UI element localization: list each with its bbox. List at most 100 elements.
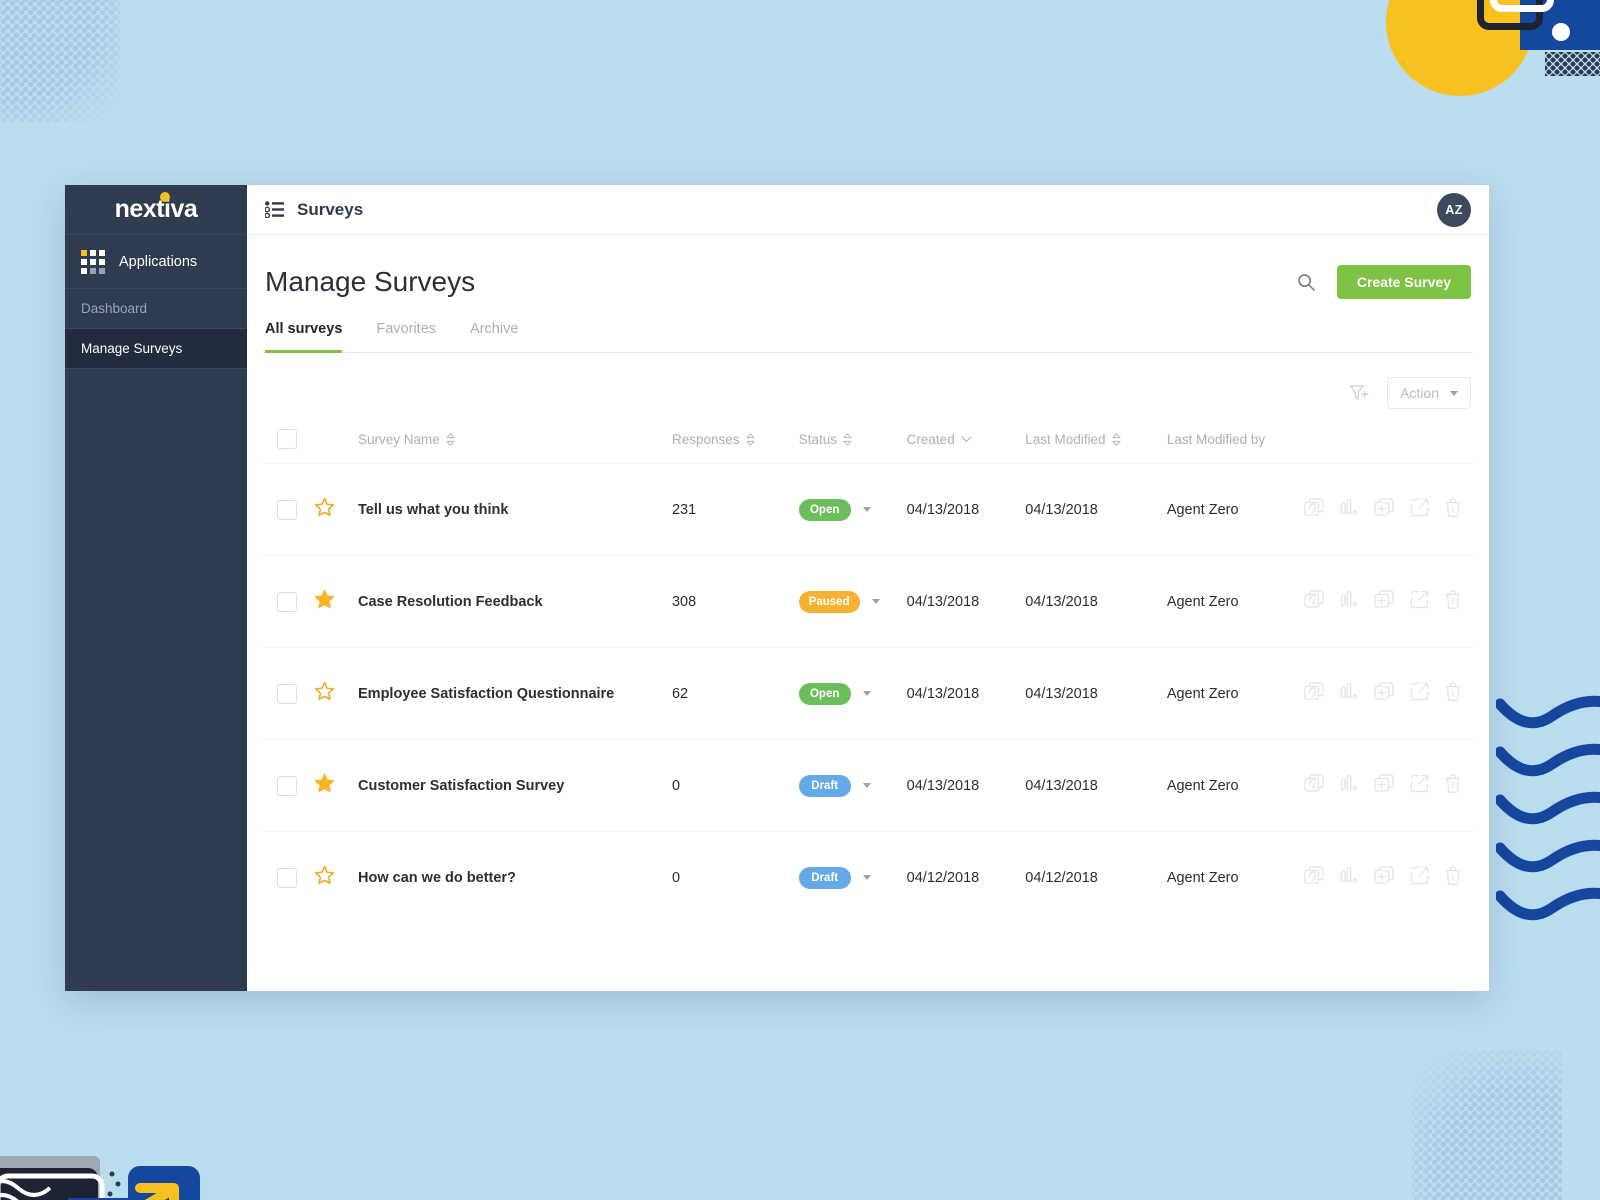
- sidebar-item-manage-surveys[interactable]: Manage Surveys: [65, 329, 247, 369]
- responses-cell-text: 62: [671, 685, 689, 702]
- chevron-down-icon: [1450, 390, 1458, 396]
- column-actions: [1304, 419, 1473, 464]
- open-external-icon[interactable]: [1410, 866, 1429, 885]
- favorite-star-filled-icon[interactable]: [314, 773, 335, 794]
- created-cell: 04/13/2018: [907, 464, 1026, 556]
- duplicate-add-icon[interactable]: [1374, 774, 1394, 793]
- table-row[interactable]: How can we do better? 0 Draft 04/12/2018 04/…: [263, 831, 1473, 924]
- open-external-icon[interactable]: [1410, 590, 1429, 609]
- status-badge[interactable]: Paused: [798, 590, 860, 613]
- search-icon[interactable]: [1297, 273, 1315, 291]
- link-card-icon[interactable]: [1304, 774, 1324, 793]
- trash-icon[interactable]: [1445, 866, 1461, 885]
- avatar-initials: AZ: [1445, 202, 1463, 217]
- trash-icon[interactable]: [1445, 682, 1461, 701]
- duplicate-add-icon[interactable]: [1374, 866, 1394, 885]
- status-badge[interactable]: Draft: [798, 866, 851, 889]
- tab-label: Archive: [470, 321, 519, 337]
- tab-all-surveys[interactable]: All surveys: [265, 321, 343, 353]
- survey-name-cell: Employee Satisfaction Questionnaire: [358, 648, 672, 740]
- duplicate-add-icon[interactable]: [1374, 498, 1394, 517]
- created-cell-text: 04/12/2018: [906, 869, 980, 886]
- sort-status[interactable]: Status: [799, 432, 852, 447]
- list-menu-icon[interactable]: [265, 201, 284, 218]
- status-badge[interactable]: Open: [798, 498, 851, 521]
- trash-icon[interactable]: [1445, 498, 1461, 517]
- sort-both-icon: [745, 432, 755, 446]
- last-modified-by-cell-text: Agent Zero: [1166, 685, 1239, 702]
- page-header-actions: Create Survey: [1297, 265, 1471, 299]
- chevron-down-icon: [961, 436, 972, 443]
- status-cell: Paused: [798, 556, 907, 648]
- open-external-icon[interactable]: [1410, 774, 1429, 793]
- open-external-icon[interactable]: [1410, 682, 1429, 701]
- responses-cell: 0: [672, 740, 799, 832]
- trash-icon[interactable]: [1445, 774, 1461, 793]
- created-cell-text: 04/13/2018: [906, 593, 980, 610]
- row-actions-cell: [1304, 740, 1473, 832]
- select-all-checkbox[interactable]: [277, 429, 297, 449]
- status-chevron-down-icon[interactable]: [871, 599, 880, 604]
- page-title: Manage Surveys: [265, 266, 476, 297]
- table-toolbar: Action: [263, 353, 1473, 419]
- row-action-icons: [1304, 682, 1461, 701]
- last-modified-by-cell: Agent Zero: [1167, 556, 1304, 648]
- white-rounded-square-shape: [1490, 0, 1554, 12]
- status-chevron-down-icon[interactable]: [862, 691, 871, 696]
- row-checkbox[interactable]: [277, 867, 297, 888]
- page-breadcrumb-title: Surveys: [297, 199, 364, 219]
- bar-chart-icon[interactable]: [1340, 590, 1358, 609]
- bar-chart-icon[interactable]: [1340, 866, 1358, 885]
- row-checkbox[interactable]: [277, 499, 297, 520]
- bar-chart-icon[interactable]: [1340, 498, 1358, 517]
- action-dropdown[interactable]: Action: [1387, 377, 1471, 409]
- link-card-icon[interactable]: [1304, 866, 1324, 885]
- favorite-star-outline-icon[interactable]: [314, 865, 335, 886]
- link-card-icon[interactable]: [1304, 498, 1324, 517]
- filter-add-icon[interactable]: [1349, 384, 1369, 402]
- table-row[interactable]: Tell us what you think 231 Open 04/13/2018 0…: [263, 463, 1473, 556]
- row-checkbox[interactable]: [277, 591, 297, 612]
- brand-logo[interactable]: nextiva: [65, 185, 247, 235]
- sort-last-modified[interactable]: Last Modified: [1025, 432, 1121, 447]
- status-chevron-down-icon[interactable]: [862, 507, 871, 512]
- sort-created[interactable]: Created: [907, 432, 972, 447]
- tab-archive[interactable]: Archive: [470, 321, 518, 353]
- table-row[interactable]: Employee Satisfaction Questionnaire 62 Ope…: [263, 647, 1473, 740]
- bar-chart-icon[interactable]: [1340, 774, 1358, 793]
- favorite-star-outline-icon[interactable]: [314, 681, 335, 702]
- table-header: Survey Name Responses Status Created Las…: [263, 419, 1473, 464]
- status-chevron-down-icon[interactable]: [862, 875, 871, 880]
- sort-responses[interactable]: Responses: [672, 432, 755, 447]
- create-survey-button[interactable]: Create Survey: [1336, 265, 1471, 299]
- open-external-icon[interactable]: [1410, 498, 1429, 517]
- row-select-cell: [263, 832, 314, 924]
- status-badge[interactable]: Draft: [798, 774, 851, 797]
- table-row[interactable]: Customer Satisfaction Survey 0 Draft 04/13/…: [263, 739, 1473, 832]
- bar-chart-icon[interactable]: [1340, 682, 1358, 701]
- duplicate-add-icon[interactable]: [1374, 682, 1394, 701]
- favorite-star-filled-icon[interactable]: [314, 589, 335, 610]
- row-action-icons: [1304, 866, 1461, 885]
- favorite-star-outline-icon[interactable]: [314, 497, 335, 518]
- tabs: All surveys Favorites Archive: [263, 299, 1473, 353]
- sidebar-item-dashboard[interactable]: Dashboard: [65, 289, 247, 329]
- link-card-icon[interactable]: [1304, 682, 1324, 701]
- table-row[interactable]: Case Resolution Feedback 308 Paused 04/13/2…: [263, 555, 1473, 648]
- trash-icon[interactable]: [1445, 590, 1461, 609]
- sort-survey-name[interactable]: Survey Name: [358, 432, 455, 447]
- row-checkbox[interactable]: [277, 683, 297, 704]
- applications-label: Applications: [119, 253, 198, 270]
- sidebar-item-applications[interactable]: Applications: [65, 235, 247, 289]
- avatar[interactable]: AZ: [1437, 192, 1471, 227]
- status-badge[interactable]: Open: [798, 682, 851, 705]
- column-select-all: [263, 419, 314, 464]
- tab-favorites[interactable]: Favorites: [376, 321, 436, 353]
- row-checkbox[interactable]: [277, 775, 297, 796]
- duplicate-add-icon[interactable]: [1374, 590, 1394, 609]
- link-card-icon[interactable]: [1304, 590, 1324, 609]
- column-label: Survey Name: [358, 431, 440, 447]
- stipple-texture-bottom-right-icon: [1412, 1050, 1562, 1200]
- sidebar-item-label: Dashboard: [81, 301, 148, 316]
- status-chevron-down-icon[interactable]: [862, 783, 871, 788]
